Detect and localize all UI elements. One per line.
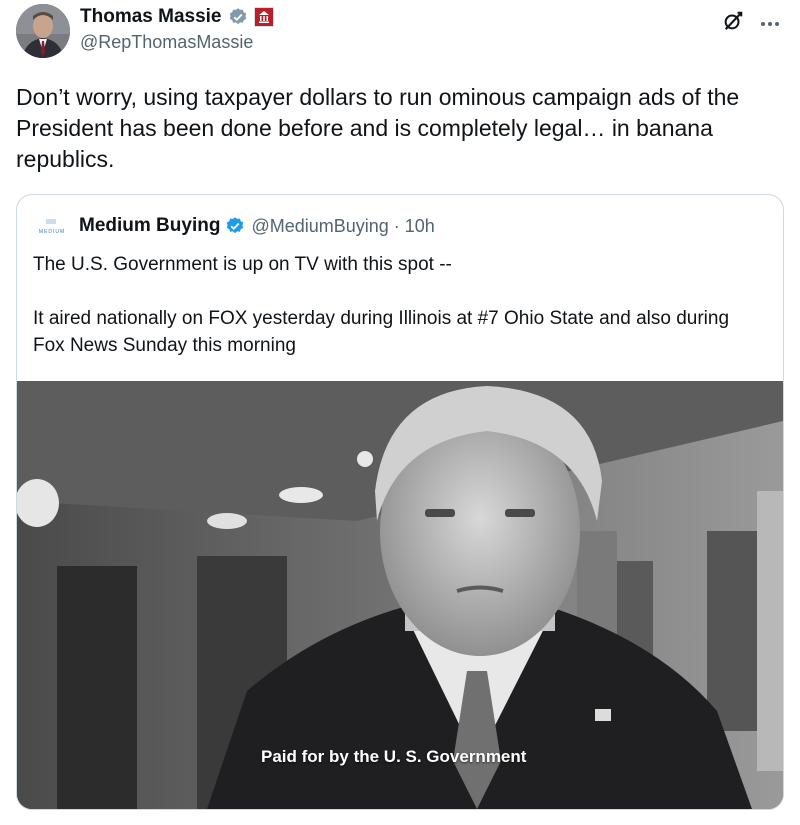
quoted-tweet-text: The U.S. Government is up on TV with thi…	[33, 251, 763, 359]
avatar[interactable]	[16, 4, 70, 58]
medium-buying-logo: MEDIUM	[33, 216, 71, 236]
tweet-top-actions	[722, 10, 780, 32]
author-display-name[interactable]: Thomas Massie	[80, 6, 222, 28]
quoted-display-name[interactable]: Medium Buying	[79, 215, 220, 237]
verified-badge-icon	[228, 7, 248, 27]
quoted-handle-time[interactable]: @MediumBuying · 10h	[251, 216, 434, 237]
quoted-text-line-1: The U.S. Government is up on TV with thi…	[33, 254, 452, 275]
government-badge-icon	[253, 7, 274, 27]
quoted-video[interactable]: Paid for by the U. S. Government	[17, 381, 783, 809]
video-caption: Paid for by the U. S. Government	[261, 747, 527, 766]
quoted-text-line-2: It aired nationally on FOX yesterday dur…	[33, 308, 730, 356]
medium-logo-text: MEDIUM	[39, 229, 65, 235]
quoted-tweet-header: MEDIUM Medium Buying @MediumBuying · 10h	[33, 213, 435, 239]
video-frame-image	[17, 381, 783, 809]
more-icon[interactable]	[760, 14, 780, 28]
author-names: Thomas Massie @RepThomasMassie	[80, 4, 274, 53]
grok-icon[interactable]	[722, 10, 744, 32]
quoted-tweet[interactable]: MEDIUM Medium Buying @MediumBuying · 10h…	[16, 194, 784, 810]
tweet-text: Don’t worry, using taxpayer dollars to r…	[16, 84, 740, 172]
tweet-header: Thomas Massie @RepThomasMassie	[16, 4, 784, 64]
author-handle[interactable]: @RepThomasMassie	[80, 32, 274, 53]
verified-badge-icon	[225, 216, 245, 236]
